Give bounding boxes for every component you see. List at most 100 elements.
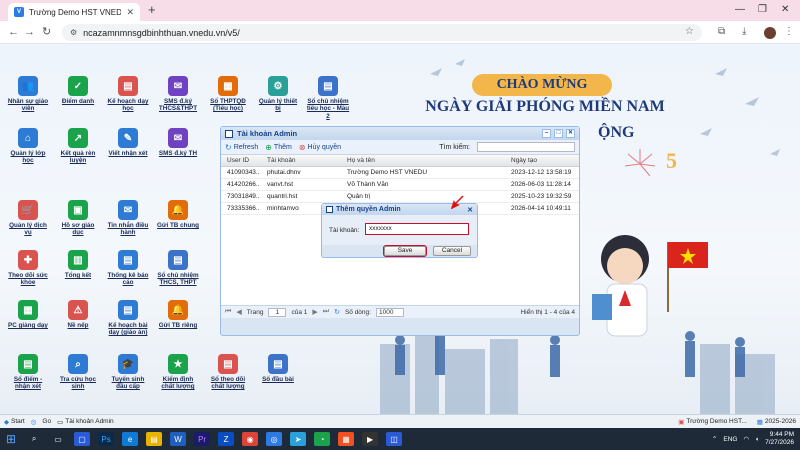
column-header-user-id[interactable]: User ID [221,157,259,164]
premiere-icon[interactable]: Pr [194,432,211,446]
dialog-close-icon[interactable]: ✕ [467,206,473,214]
desktop-icon[interactable]: ✉ SMS đ.ký THCS&THPT [156,76,200,113]
last-page-icon[interactable]: ⏭ [323,308,329,316]
clock[interactable]: 9:44 PM 7/27/2026 [765,431,794,447]
desktop-icon[interactable]: ▤ Sổ đầu bài [256,354,300,383]
desktop-icon[interactable]: ✉ SMS đ.ký TH [156,128,200,157]
profile-avatar[interactable] [764,27,776,39]
desktop-icon[interactable]: ▤ Kế hoạch dạy học [106,76,150,113]
address-bar[interactable]: ⚙ ncazamnmnsgdbinhthuan.vnedu.vn/v5/ ☆ [62,24,702,41]
refresh-button[interactable]: ↻ Refresh [225,143,258,152]
save-button[interactable]: Save [383,245,427,257]
add-admin-dialog[interactable]: Thêm quyền Admin ✕ Tài khoản: xxxxxxx Sa… [321,203,478,258]
account-input[interactable]: xxxxxxx [365,223,469,235]
edge-icon[interactable]: e [122,432,139,446]
quick-launch-icon[interactable]: ◎ [31,418,37,426]
extensions-icon[interactable]: ⧉ [718,26,725,37]
desktop-icon[interactable]: ★ Kiểm định chất lượng [156,354,200,391]
site-info-icon[interactable]: ⚙ [70,28,77,37]
close-tab-icon[interactable]: ✕ [126,7,134,18]
desktop-icon[interactable]: ⚙ Quản lý thiết bị [256,76,300,113]
desktop-icon[interactable]: ⌕ Tra cứu học sinh [56,354,100,391]
table-row[interactable]: 41420266... vanvt.hst Võ Thành Văn 2026-06-… [221,179,579,191]
desktop-icon[interactable]: ▦ Sổ THPTQĐ (Tiểu học) [206,76,250,113]
table-row[interactable]: 41090343... phutai.dhnv Trường Demo HST VN… [221,167,579,179]
windows-start-icon[interactable]: ⊞ [6,432,16,446]
desktop-icon[interactable]: 🔔 Gửi TB riêng [156,300,200,329]
desktop-icon[interactable]: ✓ Điểm danh [56,76,100,105]
desktop-icon[interactable]: ↗ Kết quả rèn luyện [56,128,100,165]
desktop-icon[interactable]: ⚠ Nề nếp [56,300,100,329]
prev-page-icon[interactable]: ◀ [236,308,241,316]
year-selector[interactable]: ▦ 2025-2026 [757,418,796,426]
pager-refresh-icon[interactable]: ↻ [334,308,340,316]
close-window-icon[interactable]: ✕ [781,4,789,15]
desktop-icon[interactable]: 👥 Nhân sự giáo viên [6,76,50,113]
desktop-icon[interactable]: ▤ Sổ chủ nhiệm tiểu học - Mẫu 2 [306,76,350,120]
chrome-icon[interactable]: ◉ [242,432,259,446]
desktop-icon[interactable]: ▤ Thống kê báo cáo [106,250,150,287]
next-page-icon[interactable]: ▶ [312,308,317,316]
desktop-icon[interactable]: 🛒 Quản lý dịch vụ [6,200,50,237]
desktop-icon[interactable]: ▤ Sổ chủ nhiệm THCS, THPT [156,250,200,287]
desktop-icon[interactable]: ⌂ Quản lý lớp học [6,128,50,165]
tray-chevron-icon[interactable]: ⌃ [712,435,717,443]
desktop-icon[interactable]: ▣ Hồ sơ giáo dục [56,200,100,237]
back-icon[interactable]: ← [8,26,19,38]
column-header-account[interactable]: Tài khoản [259,157,339,164]
open-window-tab[interactable]: ▭ Tài khoản Admin [57,418,114,426]
table-row[interactable]: 73031849... quantri.hst Quản trị 2025-10-23… [221,191,579,203]
window-maximize-icon[interactable]: □ [554,129,563,138]
window-titlebar[interactable]: Tài khoản Admin – □ ✕ [221,127,579,140]
bookmark-star-icon[interactable]: ☆ [685,26,694,37]
window-minimize-icon[interactable]: – [542,129,551,138]
reload-icon[interactable]: ↻ [42,26,51,38]
page-number-input[interactable]: 1 [268,307,287,317]
file-explorer-icon[interactable]: ▤ [146,432,163,446]
menu-kebab-icon[interactable]: ⋮ [784,26,794,37]
maximize-icon[interactable]: ❐ [758,4,767,15]
search-icon[interactable]: ⌕ [26,432,42,446]
desktop-icon[interactable]: ▤ Kế hoạch bài dạy (giáo án) [106,300,150,337]
go-label[interactable]: Go [42,418,51,425]
office-icon[interactable]: ▦ [338,432,355,446]
telegram-icon[interactable]: ➤ [290,432,307,446]
task-view-icon[interactable]: ▭ [50,432,66,446]
desktop-icon[interactable]: ▥ Tổng kết [56,250,100,279]
wifi-icon[interactable]: ◠ [743,435,749,443]
search-input[interactable] [477,142,575,152]
revoke-button[interactable]: ⊗ Hủy quyền [299,143,341,152]
files-icon[interactable]: ▢ [74,432,91,446]
page-size-select[interactable]: 1000 [375,307,404,317]
word-icon[interactable]: W [170,432,187,446]
column-header-fullname[interactable]: Họ và tên [339,157,507,164]
zalo-icon[interactable]: Z [218,432,235,446]
speaker-icon[interactable]: ◖ [755,436,759,443]
cancel-button[interactable]: Cancel [433,246,471,256]
video-editor-icon[interactable]: ▶ [362,432,379,446]
keyboard-language[interactable]: ENG [723,436,737,443]
window-close-icon[interactable]: ✕ [566,129,575,138]
messenger-icon[interactable]: ◔ [314,432,331,446]
desktop-icon[interactable]: ✚ Theo dõi sức khỏe [6,250,50,287]
school-selector[interactable]: ▣ Trường Demo HST... [678,418,747,426]
first-page-icon[interactable]: ⏮ [225,308,231,316]
photoshop-icon[interactable]: Ps [98,432,115,446]
desktop-icon[interactable]: 🎓 Tuyển sinh đầu cấp [106,354,150,391]
desktop-icon[interactable]: ▤ Sổ theo dõi chất lượng [206,354,250,391]
desktop-icon[interactable]: ✉ Tin nhắn điều hành [106,200,150,237]
desktop-icon[interactable]: ▦ PC giảng dạy [6,300,50,329]
minimize-icon[interactable]: — [735,4,745,15]
desktop-icon[interactable]: 🔔 Gửi TB chung [156,200,200,229]
desktop-icon[interactable]: ▤ Sổ điểm - nhận xét [6,354,50,391]
start-button[interactable]: ◆ Start [4,418,25,426]
app-icon[interactable]: ◎ [266,432,283,446]
column-header-created[interactable]: Ngày tạo [507,157,579,164]
browser-tab[interactable]: V Trường Demo HST VNEDU - Là ✕ [8,3,140,21]
forward-icon[interactable]: → [24,26,35,38]
photos-icon[interactable]: ◫ [386,432,403,446]
add-button[interactable]: ⊕ Thêm [265,143,292,152]
download-icon[interactable]: ⤓ [742,26,746,37]
desktop-icon[interactable]: ✎ Viết nhận xét [106,128,150,157]
new-tab-icon[interactable]: + [148,3,156,17]
